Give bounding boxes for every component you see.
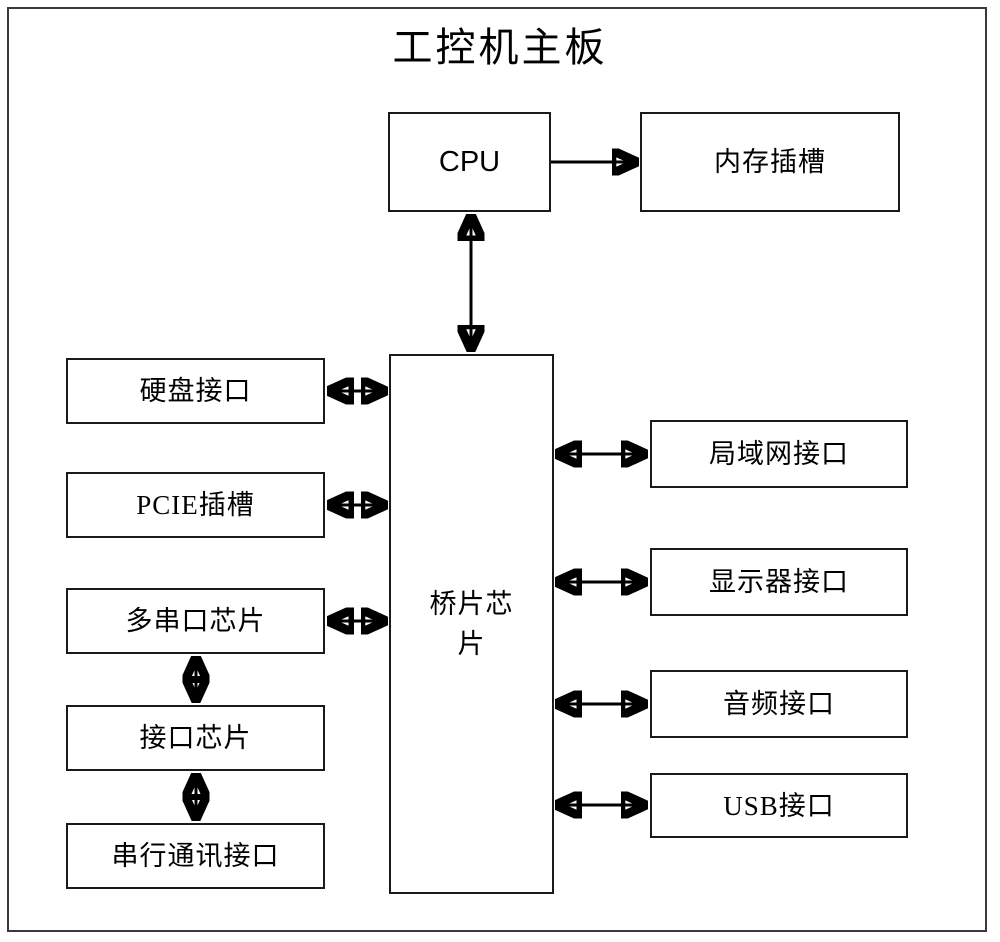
node-interface-chip[interactable]: 接口芯片 — [66, 705, 325, 771]
node-serial-communication-interface[interactable]: 串行通讯接口 — [66, 823, 325, 889]
diagram-canvas: 工控机主板 CPU 内存插槽 桥片芯片 硬盘接口 PCIE插槽 多串口芯片 接口… — [0, 0, 1000, 942]
node-pcie-slot[interactable]: PCIE插槽 — [66, 472, 325, 538]
node-cpu[interactable]: CPU — [388, 112, 551, 212]
node-audio-interface[interactable]: 音频接口 — [650, 670, 908, 738]
node-hard-disk-interface[interactable]: 硬盘接口 — [66, 358, 325, 424]
diagram-title: 工控机主板 — [392, 25, 608, 70]
node-lan-interface[interactable]: 局域网接口 — [650, 420, 908, 488]
node-memory-slot[interactable]: 内存插槽 — [640, 112, 900, 212]
node-multi-serial-chip[interactable]: 多串口芯片 — [66, 588, 325, 654]
node-usb-interface[interactable]: USB接口 — [650, 773, 908, 838]
node-display-interface[interactable]: 显示器接口 — [650, 548, 908, 616]
node-bridge-chip[interactable]: 桥片芯片 — [389, 354, 554, 894]
